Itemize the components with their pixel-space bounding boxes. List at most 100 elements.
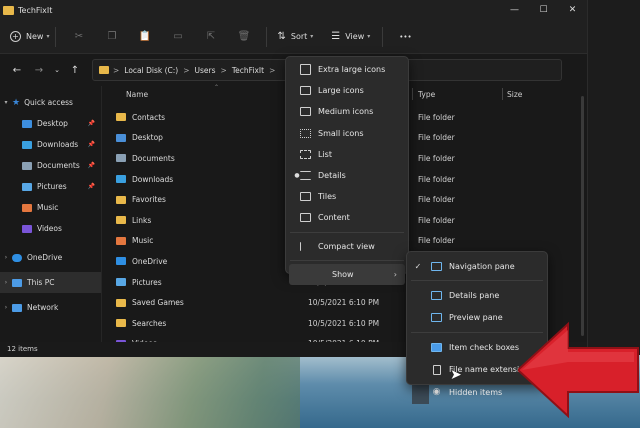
eye-icon: ◉ [432, 386, 441, 397]
menu-divider [411, 280, 543, 282]
expand-chevron-icon[interactable]: ▾ [0, 99, 12, 106]
column-divider[interactable] [502, 88, 503, 100]
chevron-down-icon: ▾ [310, 33, 314, 40]
menu-item-large-icons[interactable]: Large icons [286, 80, 408, 101]
menu-item-details[interactable]: ● Details [286, 165, 408, 186]
rename-icon[interactable]: ▭ [161, 31, 194, 42]
nav-item-onedrive[interactable]: › OneDrive [0, 247, 101, 268]
file-name: Downloads [132, 174, 174, 184]
menu-item-navigation-pane[interactable]: ✓ Navigation pane [407, 255, 547, 277]
compact-view-icon [300, 241, 311, 251]
small-icons-icon [300, 128, 311, 138]
menu-item-show[interactable]: Show › [289, 263, 405, 285]
back-arrow-icon[interactable]: ← [6, 65, 28, 76]
column-divider[interactable] [412, 88, 413, 100]
minimize-button[interactable]: — [500, 5, 529, 15]
nav-gap [0, 239, 101, 247]
expand-chevron-icon[interactable]: › [0, 279, 12, 286]
menu-item-content[interactable]: Content [286, 207, 408, 228]
cut-icon[interactable]: ✂ [62, 31, 95, 42]
nav-label: Pictures [37, 182, 67, 191]
menu-item-small-icons[interactable]: Small icons [286, 123, 408, 144]
view-button[interactable]: ☰ View ▾ [331, 31, 370, 42]
file-name: Links [132, 215, 152, 225]
nav-item-this-pc[interactable]: › This PC [0, 272, 101, 293]
network-icon [12, 303, 22, 312]
breadcrumb-local-disk[interactable]: Local Disk (C:) [124, 66, 178, 75]
nav-item-music[interactable]: Music [0, 197, 101, 218]
up-arrow-icon[interactable]: ↑ [64, 65, 86, 76]
file-type: File folder [418, 195, 455, 205]
new-button[interactable]: + New ▾ [10, 31, 49, 42]
paste-icon[interactable]: 📋 [128, 31, 161, 42]
menu-item-details-pane[interactable]: Details pane [407, 284, 547, 306]
menu-item-medium-icons[interactable]: Medium icons [286, 101, 408, 122]
breadcrumb-separator: > [183, 65, 190, 75]
toolbar-divider [266, 26, 268, 47]
menu-item-label: Show [332, 269, 354, 279]
menu-item-label: Preview pane [449, 313, 503, 323]
pin-icon: 📌 [87, 120, 95, 127]
view-menu: Extra large icons Large icons Medium ico… [285, 56, 409, 285]
nav-item-network[interactable]: › Network [0, 297, 101, 318]
file-type: File folder [418, 112, 455, 122]
nav-label: OneDrive [27, 253, 63, 262]
nav-label: Network [27, 303, 59, 312]
file-extension-icon [433, 364, 441, 375]
nav-label: Quick access [24, 98, 73, 107]
sort-button[interactable]: ⇅ Sort ▾ [277, 31, 313, 42]
forward-arrow-icon[interactable]: → [28, 65, 50, 76]
folder-icon [116, 216, 126, 225]
menu-item-label: Details [318, 171, 346, 181]
pictures-icon [22, 182, 32, 191]
column-size[interactable]: Size [507, 90, 522, 99]
file-type: File folder [418, 174, 455, 184]
breadcrumb-separator: > [113, 65, 120, 75]
file-name: Searches [132, 318, 167, 328]
delete-icon[interactable]: 🗑 [227, 31, 260, 42]
breadcrumb-techfixit[interactable]: TechFixIt [232, 66, 264, 75]
nav-item-downloads[interactable]: Downloads 📌 [0, 134, 101, 155]
file-type: File folder [418, 133, 455, 143]
expand-chevron-icon[interactable]: › [0, 254, 12, 261]
menu-item-list[interactable]: List [286, 144, 408, 165]
music-icon [22, 203, 32, 212]
file-name: Documents [132, 153, 175, 163]
file-name: Saved Games [132, 298, 184, 308]
pin-icon: 📌 [87, 183, 95, 190]
maximize-button[interactable]: ☐ [529, 5, 558, 15]
title-bar[interactable]: TechFixIt — ☐ ✕ [0, 0, 587, 20]
menu-item-extra-large-icons[interactable]: Extra large icons [286, 59, 408, 80]
expand-chevron-icon[interactable]: › [0, 304, 12, 311]
share-icon[interactable]: ⇱ [194, 31, 227, 42]
menu-item-label: Compact view [318, 241, 375, 251]
menu-item-compact-view[interactable]: Compact view [286, 236, 408, 257]
nav-item-desktop[interactable]: Desktop 📌 [0, 113, 101, 134]
recent-chevron-icon[interactable]: ⌄ [50, 66, 64, 74]
cloud-icon [12, 253, 22, 262]
sort-caret-icon: ⌃ [214, 84, 220, 91]
nav-item-documents[interactable]: Documents 📌 [0, 155, 101, 176]
downloads-folder-icon [116, 175, 126, 184]
more-button[interactable]: ••• [399, 33, 411, 41]
chevron-right-icon: › [393, 269, 397, 279]
checkmark-icon: ✓ [414, 261, 422, 271]
new-label: New [26, 32, 44, 41]
medium-icons-icon [300, 107, 311, 117]
sort-icon: ⇅ [277, 31, 286, 42]
column-type[interactable]: Type [418, 90, 435, 99]
nav-item-quick-access[interactable]: ▾ ★ Quick access [0, 92, 101, 113]
close-button[interactable]: ✕ [558, 5, 587, 15]
menu-item-label: Hidden items [449, 387, 503, 397]
plus-icon: + [10, 31, 21, 42]
file-name: Pictures [132, 277, 162, 287]
nav-item-videos[interactable]: Videos [0, 218, 101, 239]
copy-icon[interactable]: ❐ [95, 31, 128, 42]
menu-item-label: Content [318, 213, 350, 223]
menu-item-tiles[interactable]: Tiles [286, 186, 408, 207]
nav-item-pictures[interactable]: Pictures 📌 [0, 176, 101, 197]
menu-item-label: List [318, 149, 332, 159]
breadcrumb-users[interactable]: Users [195, 66, 216, 75]
content-icon [300, 213, 311, 223]
vertical-scrollbar[interactable] [581, 96, 584, 336]
